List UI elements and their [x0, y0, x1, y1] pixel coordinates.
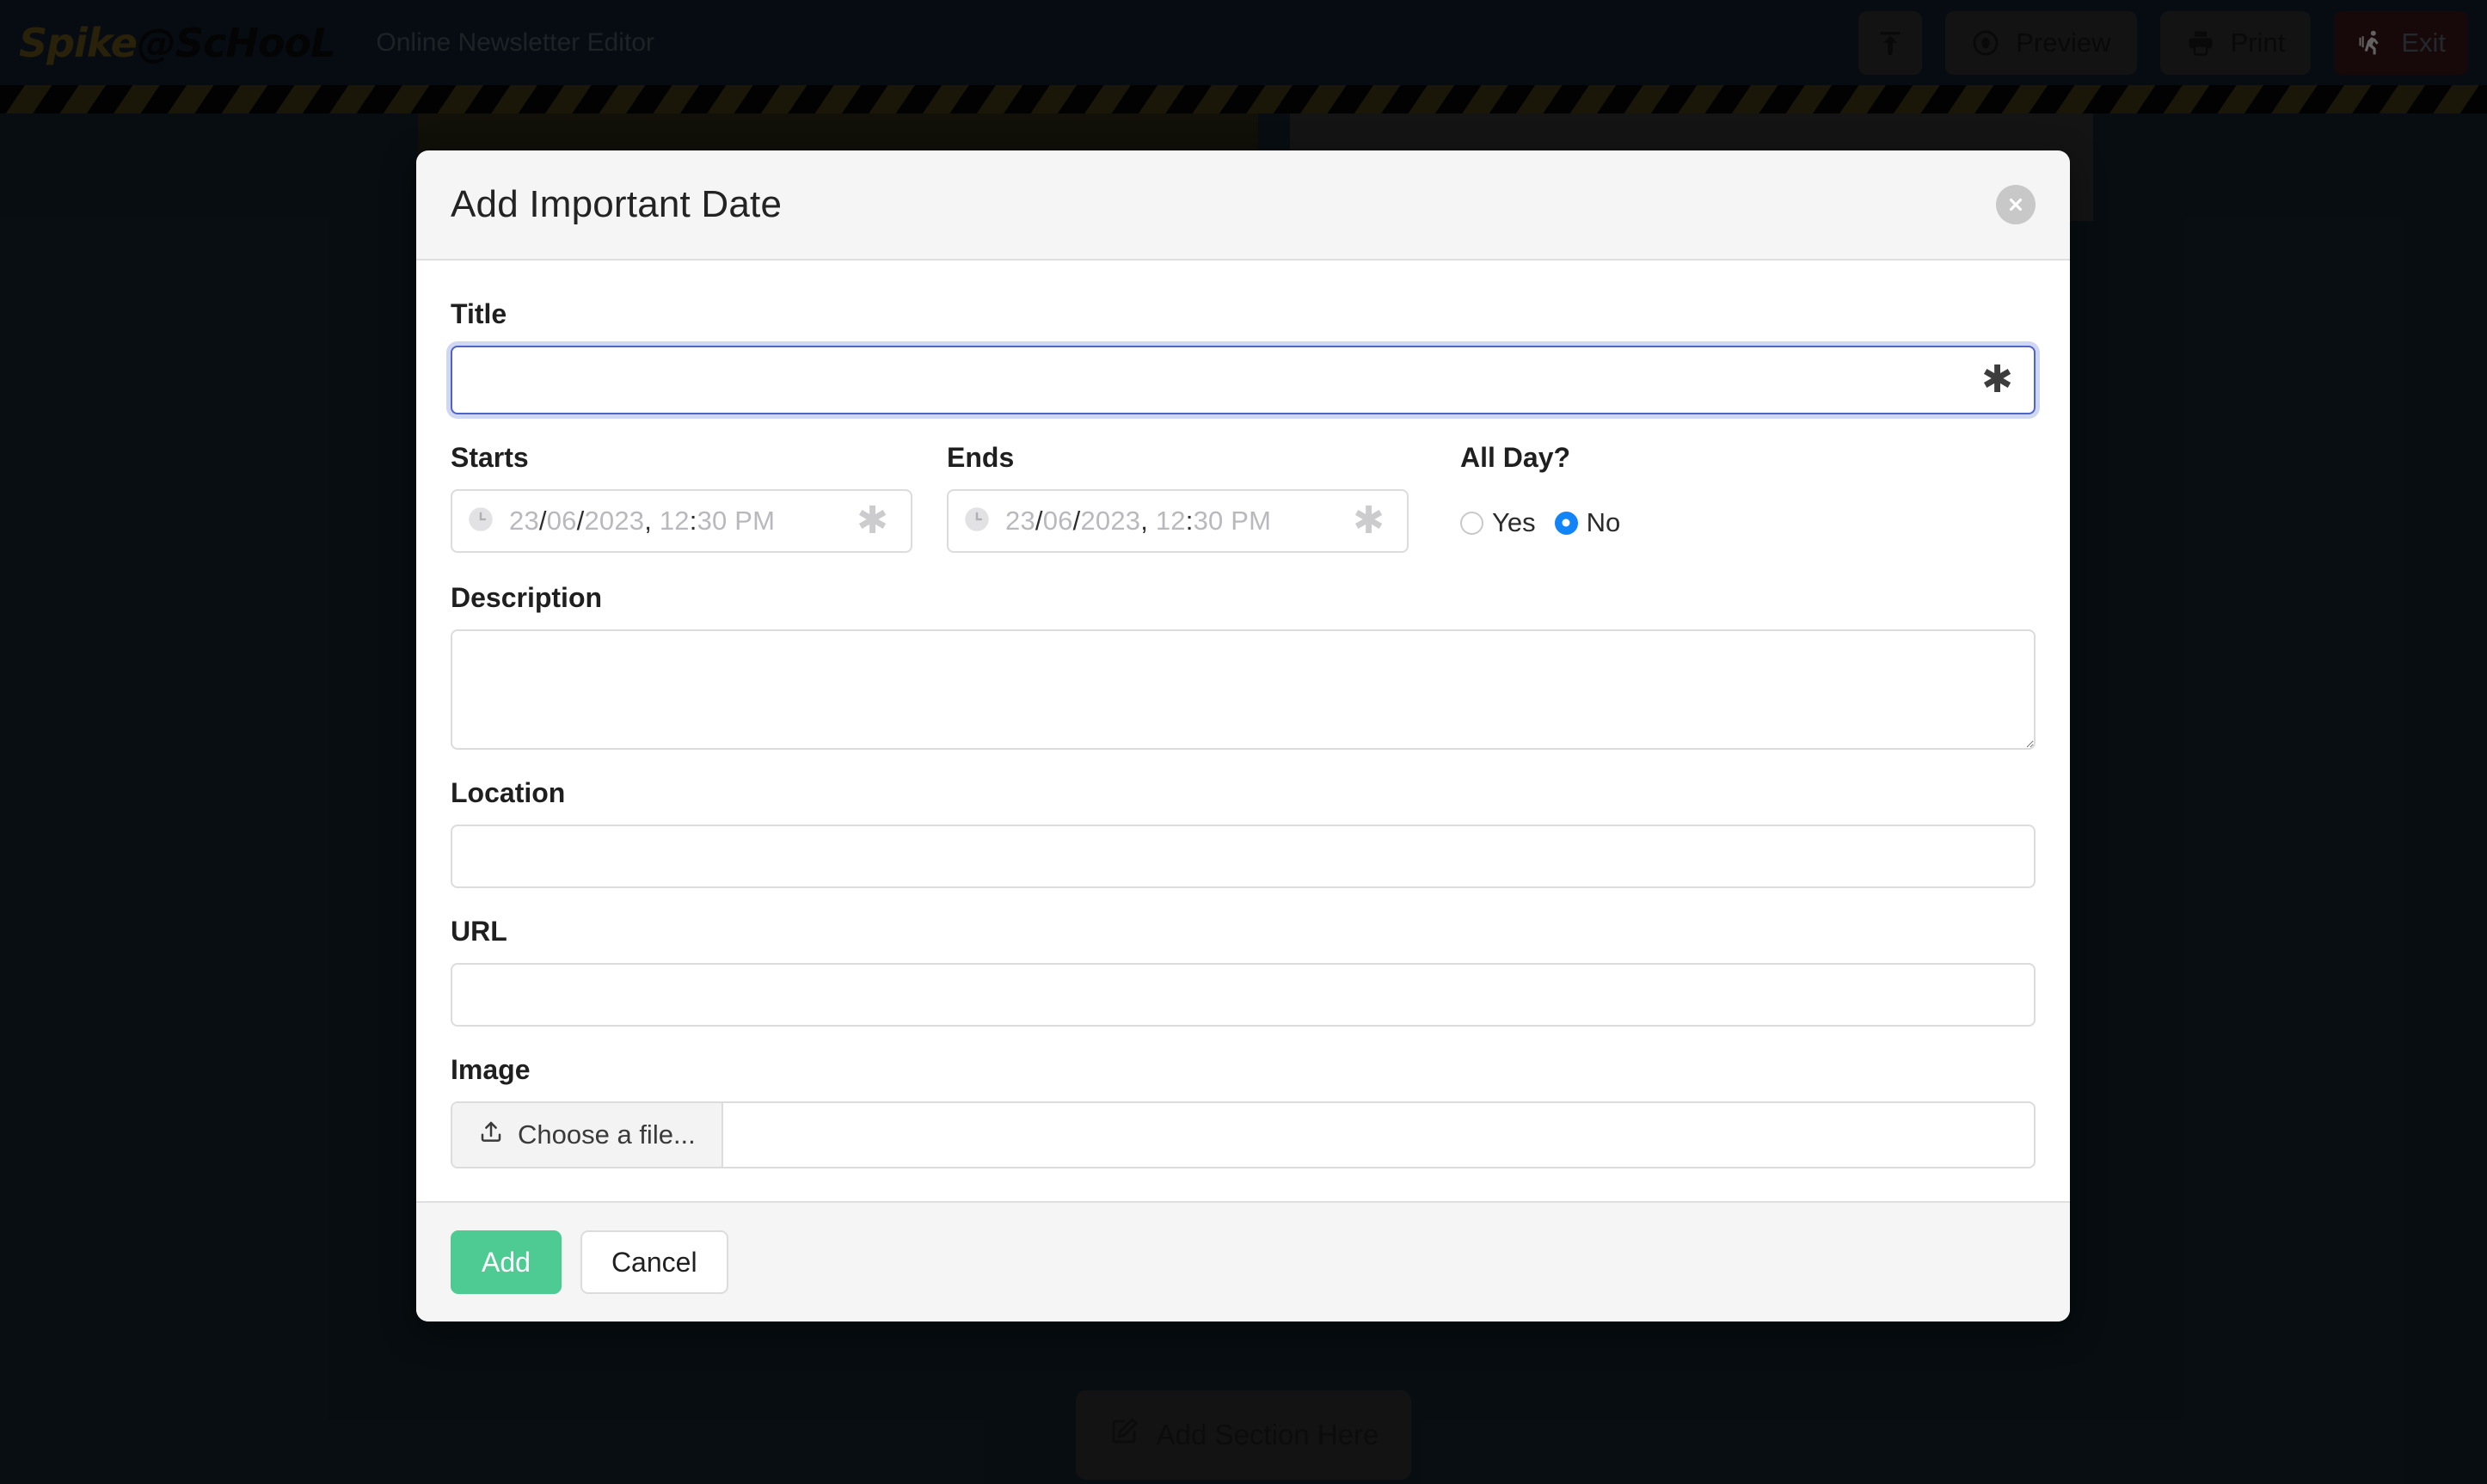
title-label: Title — [451, 298, 507, 329]
ends-placeholder: 23/06/2023, 12:30 PM — [1005, 506, 1272, 536]
modal-header: Add Important Date — [416, 150, 2070, 261]
starts-column: Starts 23/06/2023, 12:30 PM ✱ — [451, 442, 912, 553]
cancel-button[interactable]: Cancel — [580, 1230, 728, 1294]
modal-footer: Add Cancel — [416, 1201, 2070, 1321]
close-button[interactable] — [1996, 185, 2036, 224]
description-group: Description — [451, 582, 2036, 750]
image-group: Image Choose a file... — [451, 1054, 2036, 1168]
add-button[interactable]: Add — [451, 1230, 562, 1294]
add-important-date-modal: Add Important Date Title ✱ Starts 23/06/… — [416, 150, 2070, 1321]
choose-file-label: Choose a file... — [518, 1119, 696, 1150]
starts-required-asterisk: ✱ — [857, 499, 888, 543]
all-day-no-label: No — [1586, 507, 1621, 537]
all-day-label: All Day? — [1460, 442, 1571, 473]
clock-icon — [468, 506, 494, 537]
app-root: Spike@ScHooL Online Newsletter Editor — [0, 0, 2487, 1484]
starts-label: Starts — [451, 442, 529, 473]
url-input[interactable] — [451, 963, 2036, 1027]
upload-file-icon — [478, 1119, 504, 1151]
starts-placeholder: 23/06/2023, 12:30 PM — [509, 506, 776, 536]
title-field-wrapper: ✱ — [451, 346, 2036, 414]
description-label: Description — [451, 582, 603, 613]
all-day-column: All Day? Yes No — [1460, 442, 1620, 553]
modal-title: Add Important Date — [451, 183, 783, 225]
ends-required-asterisk: ✱ — [1353, 499, 1385, 543]
location-group: Location — [451, 777, 2036, 888]
all-day-yes-label: Yes — [1492, 507, 1536, 537]
all-day-no-option[interactable]: No — [1554, 507, 1621, 538]
datetime-row: Starts 23/06/2023, 12:30 PM ✱ Ends 23/06… — [451, 442, 2036, 553]
radio-yes-indicator — [1460, 511, 1483, 535]
choose-file-button[interactable]: Choose a file... — [452, 1103, 723, 1167]
description-textarea[interactable] — [451, 629, 2036, 750]
image-file-input[interactable]: Choose a file... — [451, 1101, 2036, 1168]
title-input[interactable] — [451, 346, 2036, 414]
ends-label: Ends — [947, 442, 1015, 473]
ends-column: Ends 23/06/2023, 12:30 PM ✱ — [947, 442, 1409, 553]
selected-file-name — [723, 1103, 2034, 1167]
all-day-yes-option[interactable]: Yes — [1460, 507, 1536, 538]
location-input[interactable] — [451, 825, 2036, 888]
modal-body: Title ✱ Starts 23/06/2023, 12:30 PM ✱ En… — [416, 261, 2070, 1201]
url-label: URL — [451, 916, 507, 947]
radio-no-indicator — [1554, 511, 1578, 535]
clock-icon — [964, 506, 990, 537]
url-group: URL — [451, 916, 2036, 1027]
starts-datetime-input[interactable]: 23/06/2023, 12:30 PM ✱ — [451, 489, 912, 553]
ends-datetime-input[interactable]: 23/06/2023, 12:30 PM ✱ — [947, 489, 1409, 553]
close-icon — [2006, 195, 2025, 214]
all-day-radio-group: Yes No — [1460, 489, 1620, 553]
image-label: Image — [451, 1054, 531, 1085]
location-label: Location — [451, 777, 566, 808]
